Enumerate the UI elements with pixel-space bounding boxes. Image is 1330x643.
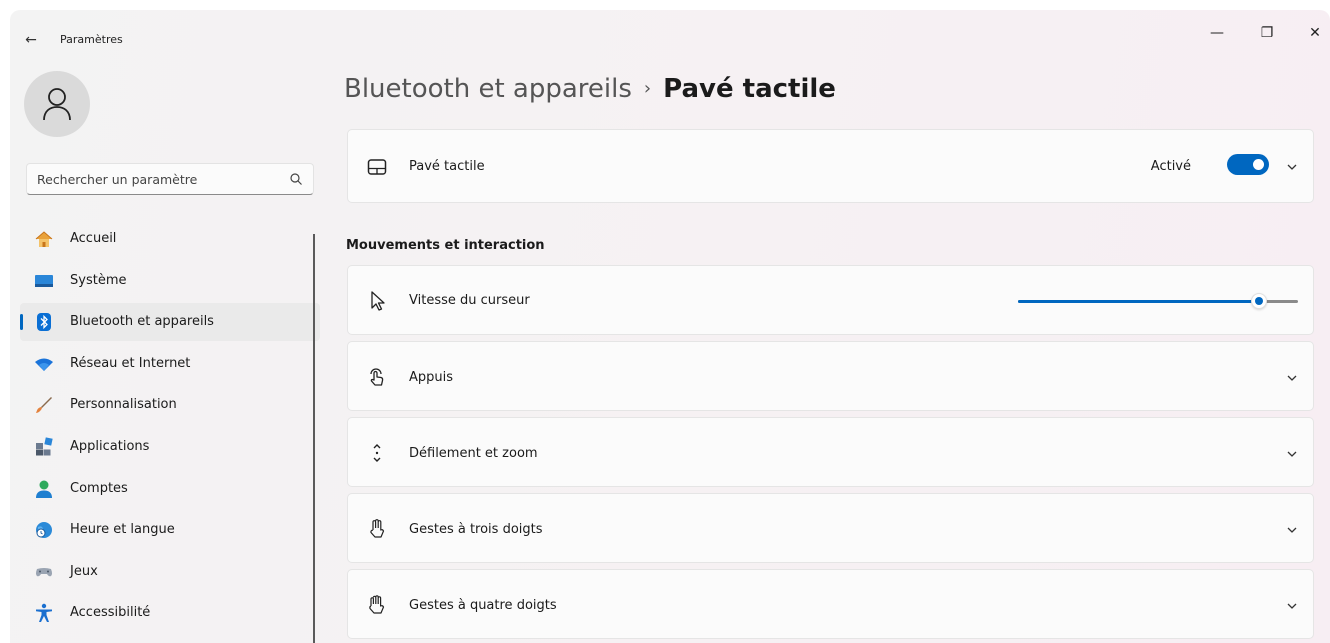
sidebar-item-accueil[interactable]: Accueil xyxy=(20,220,320,258)
touchpad-toggle[interactable] xyxy=(1227,154,1269,175)
settings-window: ← Paramètres — ❐ ✕ Accueil xyxy=(10,10,1330,643)
toggle-knob xyxy=(1253,159,1264,170)
scroll-zoom-card[interactable]: Défilement et zoom xyxy=(347,417,1314,487)
sidebar-item-heure-langue[interactable]: Heure et langue xyxy=(20,511,320,549)
four-finger-icon xyxy=(369,595,385,614)
maximize-button[interactable]: ❐ xyxy=(1252,22,1282,44)
chevron-down-icon[interactable] xyxy=(1285,371,1299,385)
system-icon xyxy=(35,274,53,287)
sidebar-item-label: Réseau et Internet xyxy=(70,355,191,371)
slider-fill xyxy=(1018,300,1259,303)
sidebar-item-label: Système xyxy=(70,272,127,288)
breadcrumb-parent[interactable]: Bluetooth et appareils xyxy=(344,74,632,104)
minimize-button[interactable]: — xyxy=(1202,22,1232,44)
cursor-icon xyxy=(371,291,385,311)
sidebar-item-label: Accessibilité xyxy=(70,605,151,621)
accessibility-icon xyxy=(36,604,52,623)
cursor-speed-card: Vitesse du curseur xyxy=(347,265,1314,335)
sidebar-item-jeux[interactable]: Jeux xyxy=(20,553,320,591)
tap-icon xyxy=(370,368,384,386)
account-icon xyxy=(36,480,52,498)
four-finger-label: Gestes à quatre doigts xyxy=(409,598,557,613)
scroll-zoom-label: Défilement et zoom xyxy=(409,446,538,461)
sidebar-item-label: Accueil xyxy=(70,231,117,246)
sidebar-item-label: Heure et langue xyxy=(70,522,175,538)
three-finger-card[interactable]: Gestes à trois doigts xyxy=(347,493,1314,563)
four-finger-card[interactable]: Gestes à quatre doigts xyxy=(347,569,1314,639)
bluetooth-icon xyxy=(37,313,51,332)
app-title: Paramètres xyxy=(60,33,123,46)
sidebar-divider xyxy=(313,234,315,643)
touchpad-icon xyxy=(367,159,387,175)
sidebar-item-label: Comptes xyxy=(70,480,128,496)
selection-indicator xyxy=(20,314,23,331)
sidebar-item-accessibilite[interactable]: Accessibilité xyxy=(20,594,320,632)
globe-clock-icon xyxy=(36,522,52,539)
chevron-down-icon[interactable] xyxy=(1285,599,1299,613)
sidebar-item-label: Jeux xyxy=(70,563,98,579)
scroll-icon xyxy=(373,444,381,462)
three-finger-icon xyxy=(370,519,385,538)
chevron-down-icon[interactable] xyxy=(1285,447,1299,461)
tap-card[interactable]: Appuis xyxy=(347,341,1314,411)
sidebar-item-comptes[interactable]: Comptes xyxy=(20,470,320,508)
sidebar-item-label: Applications xyxy=(70,438,150,454)
page-title: Pavé tactile xyxy=(663,74,836,104)
section-title: Mouvements et interaction xyxy=(346,238,545,253)
search-box[interactable] xyxy=(26,163,314,195)
slider-thumb[interactable] xyxy=(1250,293,1267,309)
home-icon xyxy=(35,231,53,247)
sidebar-item-label: Bluetooth et appareils xyxy=(70,314,214,330)
cursor-speed-slider[interactable] xyxy=(1018,293,1298,309)
wifi-icon xyxy=(35,358,53,371)
three-finger-label: Gestes à trois doigts xyxy=(409,522,543,537)
gamepad-icon xyxy=(36,567,52,576)
sidebar-item-label: Personnalisation xyxy=(70,397,177,413)
back-button[interactable]: ← xyxy=(20,29,42,51)
touchpad-label: Pavé tactile xyxy=(409,159,485,174)
search-icon[interactable] xyxy=(289,172,303,186)
sidebar-nav: Accueil Système Bluetooth et appareils R… xyxy=(20,220,320,636)
sidebar-item-applications[interactable]: Applications xyxy=(20,428,320,466)
toggle-status-text: Activé xyxy=(1150,159,1191,174)
search-input[interactable] xyxy=(37,164,277,194)
chevron-down-icon[interactable] xyxy=(1285,523,1299,537)
sidebar-item-bluetooth[interactable]: Bluetooth et appareils xyxy=(20,303,320,342)
sidebar-item-reseau[interactable]: Réseau et Internet xyxy=(20,345,320,383)
tap-label: Appuis xyxy=(409,370,454,385)
avatar[interactable] xyxy=(24,71,90,137)
cursor-speed-label: Vitesse du curseur xyxy=(409,293,530,308)
title-bar: ← Paramètres — ❐ ✕ xyxy=(10,10,1330,50)
close-button[interactable]: ✕ xyxy=(1300,22,1330,44)
sidebar-item-personnalisation[interactable]: Personnalisation xyxy=(20,386,320,424)
brush-icon xyxy=(36,397,52,414)
breadcrumb-separator: › xyxy=(643,78,652,99)
user-icon xyxy=(43,88,71,121)
breadcrumb: Bluetooth et appareils › Pavé tactile xyxy=(344,74,836,104)
touchpad-card[interactable]: Pavé tactile Activé xyxy=(347,129,1314,203)
apps-icon xyxy=(36,437,53,456)
sidebar-item-systeme[interactable]: Système xyxy=(20,262,320,300)
chevron-down-icon[interactable] xyxy=(1285,160,1299,174)
